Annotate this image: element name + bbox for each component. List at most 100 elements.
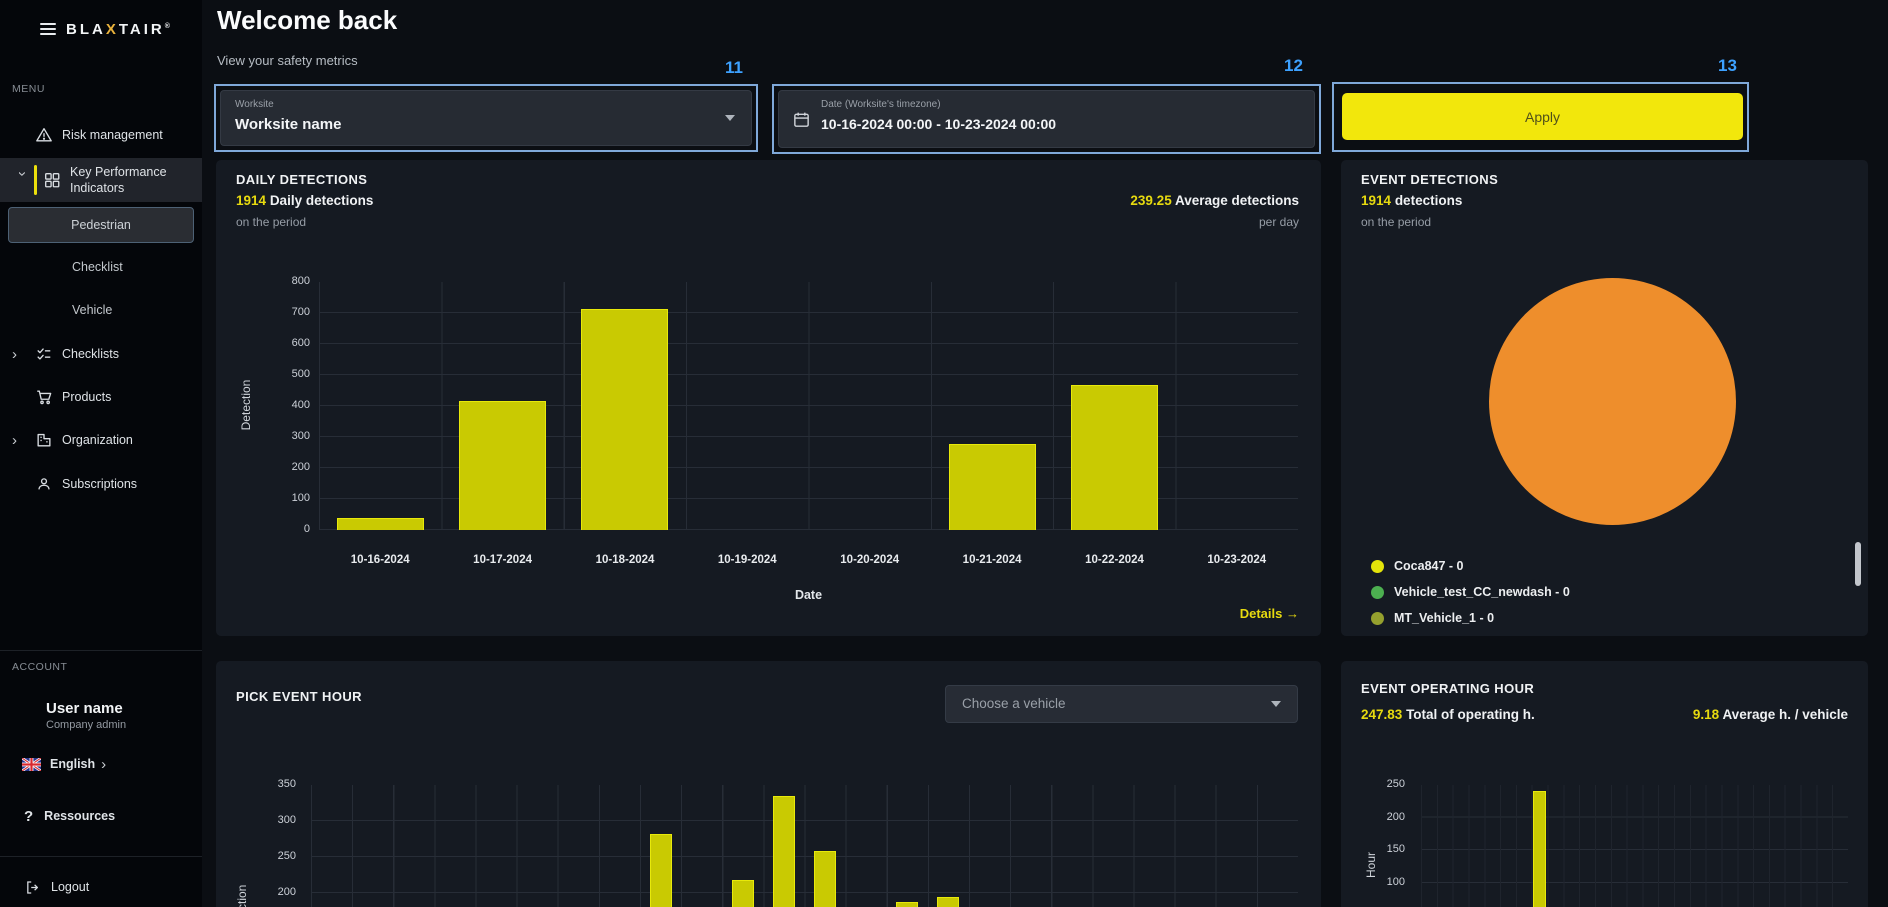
person-icon xyxy=(34,474,54,494)
vehicle-select-placeholder: Choose a vehicle xyxy=(962,696,1066,711)
y-axis-tick: 250 xyxy=(242,850,296,862)
sidebar-subitem-label: Pedestrian xyxy=(71,218,131,232)
apply-annotation-box: Apply xyxy=(1332,82,1749,152)
arrow-right-icon: → xyxy=(1286,606,1299,621)
sidebar-item-label: Subscriptions xyxy=(62,476,137,492)
annotation-badge-12: 12 xyxy=(1284,56,1303,76)
daily-detections-card: DAILY DETECTIONS 1914 Daily detections o… xyxy=(216,160,1321,636)
y-axis-tick: 200 xyxy=(1351,811,1405,823)
help-icon: ? xyxy=(24,808,33,825)
daily-avg-note: per day xyxy=(1259,215,1299,229)
resources-label: Ressources xyxy=(44,808,115,824)
chart-bar xyxy=(773,796,795,907)
page-title: Welcome back xyxy=(217,5,397,36)
active-indicator-bar xyxy=(34,165,37,195)
x-axis-label: 10-21-2024 xyxy=(931,554,1053,566)
event-count-note: on the period xyxy=(1361,215,1431,229)
chart-bar xyxy=(337,518,424,530)
worksite-select[interactable]: Worksite Worksite name xyxy=(220,90,752,146)
annotation-badge-11: 11 xyxy=(725,58,743,78)
date-field-label: Date (Worksite's timezone) xyxy=(821,99,941,110)
event-operating-hour-card: EVENT OPERATING HOUR 247.83 Total of ope… xyxy=(1341,661,1868,907)
chart-bar xyxy=(650,834,672,907)
daily-count-stat: 1914 Daily detections xyxy=(236,193,373,208)
worksite-field-value: Worksite name xyxy=(235,116,341,133)
legend-dot xyxy=(1371,560,1384,573)
legend-item[interactable]: MT_Vehicle_1 - 0 xyxy=(1371,608,1494,628)
annotation-badge-13: 13 xyxy=(1718,56,1737,76)
apply-button-label: Apply xyxy=(1525,109,1560,125)
sidebar-subitem-label: Checklist xyxy=(72,260,123,274)
hamburger-menu-icon[interactable] xyxy=(40,23,56,35)
dashboard-page: BLAXTAIR® MENU Risk management › Key Per… xyxy=(0,0,1888,907)
date-range-field[interactable]: Date (Worksite's timezone) 10-16-2024 00… xyxy=(778,90,1315,148)
y-axis-tick: 250 xyxy=(1351,778,1405,790)
resources-item[interactable]: ? Ressources xyxy=(0,800,202,832)
event-count-stat: 1914 detections xyxy=(1361,193,1462,208)
language-selector[interactable]: English › xyxy=(0,748,202,780)
vehicle-select[interactable]: Choose a vehicle xyxy=(945,685,1298,723)
legend-label: Coca847 - 0 xyxy=(1394,559,1463,573)
chevron-right-icon: › xyxy=(12,433,34,448)
y-axis-title: Detection xyxy=(239,365,253,445)
y-axis-tick: 400 xyxy=(254,399,310,411)
checklist-icon xyxy=(34,344,54,364)
sidebar-item-key-performance-indicators[interactable]: › Key Performance Indicators xyxy=(0,158,202,202)
sidebar-subitem-pedestrian[interactable]: Pedestrian xyxy=(8,207,194,243)
pick-event-hour-bar-chart xyxy=(311,785,1298,907)
x-axis-label: 10-16-2024 xyxy=(319,554,441,566)
logo-row: BLAXTAIR® xyxy=(0,0,202,58)
details-link[interactable]: Details → xyxy=(1240,606,1299,621)
event-detections-card: EVENT DETECTIONS 1914 detections on the … xyxy=(1341,160,1868,636)
cart-icon xyxy=(34,387,54,407)
legend-scrollbar[interactable] xyxy=(1855,542,1861,586)
grid-icon xyxy=(42,170,62,190)
y-axis-tick: 700 xyxy=(254,306,310,318)
sidebar-item-organization[interactable]: › Organization xyxy=(0,419,202,461)
sidebar-item-subscriptions[interactable]: Subscriptions xyxy=(0,463,202,505)
chart-bar xyxy=(459,401,546,530)
sidebar-item-checklists[interactable]: › Checklists xyxy=(0,333,202,375)
x-axis-label: 10-19-2024 xyxy=(686,554,808,566)
chart-bar xyxy=(949,444,1036,530)
chart-bar xyxy=(1533,791,1546,907)
y-axis-tick: 800 xyxy=(254,275,310,287)
sidebar-subitem-checklist[interactable]: Checklist xyxy=(0,247,202,287)
chevron-down-icon: › xyxy=(15,171,30,193)
chart-bar xyxy=(581,309,668,530)
chevron-right-icon: › xyxy=(101,757,106,772)
oph-total-stat: 247.83 Total of operating h. xyxy=(1361,707,1535,722)
pick-event-hour-card: PICK EVENT HOUR Choose a vehicle Detecti… xyxy=(216,661,1321,907)
sidebar-item-risk-management[interactable]: Risk management xyxy=(0,114,202,156)
user-role: Company admin xyxy=(46,719,126,731)
logout-icon xyxy=(22,877,42,897)
x-axis-label: 10-20-2024 xyxy=(809,554,931,566)
y-axis-tick: 0 xyxy=(254,523,310,535)
y-axis-tick: 300 xyxy=(242,814,296,826)
legend-item[interactable]: Vehicle_test_CC_newdash - 0 xyxy=(1371,582,1570,602)
chevron-down-icon xyxy=(1271,701,1281,707)
daily-count-note: on the period xyxy=(236,215,306,229)
x-axis-labels: 10-16-202410-17-202410-18-202410-19-2024… xyxy=(319,554,1298,570)
y-axis-tick: 300 xyxy=(254,430,310,442)
chart-bar xyxy=(814,851,836,907)
date-annotation-box: Date (Worksite's timezone) 10-16-2024 00… xyxy=(772,84,1321,154)
x-axis-label: 10-17-2024 xyxy=(441,554,563,566)
legend-label: MT_Vehicle_1 - 0 xyxy=(1394,611,1494,625)
worksite-annotation-box: Worksite Worksite name xyxy=(214,84,758,152)
sidebar-subitem-vehicle[interactable]: Vehicle xyxy=(0,290,202,330)
legend-item[interactable]: Coca847 - 0 xyxy=(1371,556,1463,576)
logout-button[interactable]: Logout xyxy=(0,870,202,904)
apply-button[interactable]: Apply xyxy=(1342,93,1743,140)
daily-avg-stat: 239.25 Average detections xyxy=(1130,193,1299,208)
x-axis-label: 10-23-2024 xyxy=(1176,554,1298,566)
y-axis-tick: 100 xyxy=(254,492,310,504)
chart-bar xyxy=(937,897,959,907)
y-axis-tick: 150 xyxy=(1351,843,1405,855)
legend-dot xyxy=(1371,586,1384,599)
sidebar-subitem-label: Vehicle xyxy=(72,303,112,317)
sidebar-item-products[interactable]: Products xyxy=(0,376,202,418)
chevron-right-icon: › xyxy=(12,347,34,362)
legend-label: Vehicle_test_CC_newdash - 0 xyxy=(1394,585,1570,599)
x-axis-label: 10-18-2024 xyxy=(564,554,686,566)
